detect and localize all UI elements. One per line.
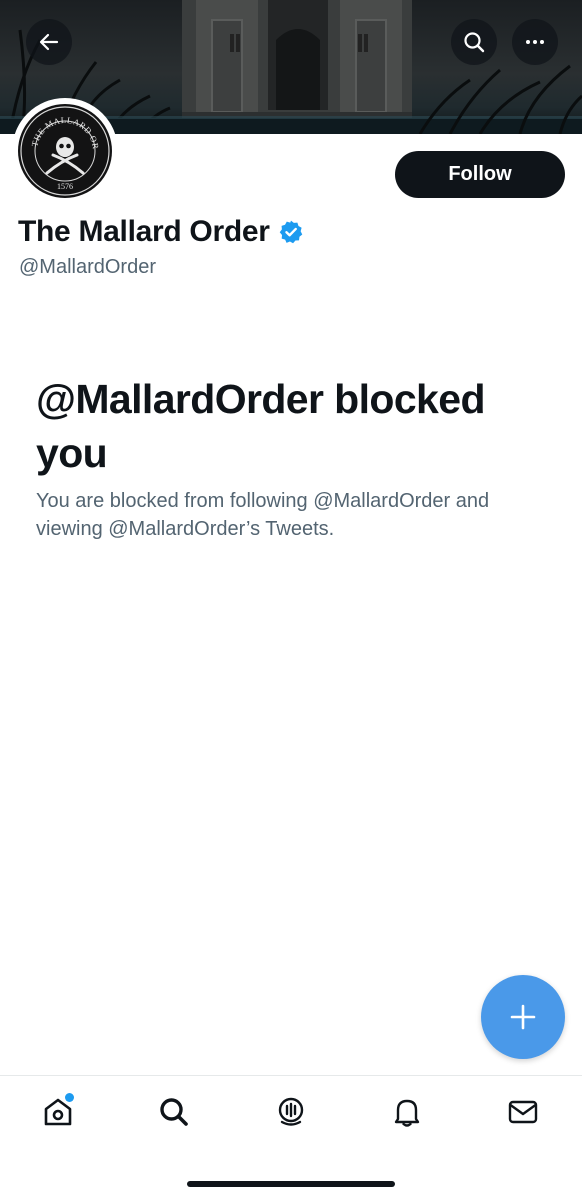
search-icon <box>160 1098 188 1126</box>
follow-button[interactable]: Follow <box>395 151 565 198</box>
logo-year: 1576 <box>57 182 73 191</box>
avatar[interactable]: THE MALLARD ORDER 1576 <box>12 98 118 204</box>
search-icon <box>464 32 485 53</box>
home-indicator <box>187 1181 395 1187</box>
mail-icon <box>508 1100 538 1124</box>
bell-icon <box>394 1099 420 1127</box>
nav-notifications[interactable] <box>382 1092 432 1132</box>
compose-tweet-button[interactable] <box>481 975 565 1059</box>
display-name-row: The Mallard Order <box>18 210 304 254</box>
blocked-description: You are blocked from following @MallardO… <box>36 490 490 540</box>
nav-messages[interactable] <box>498 1092 548 1132</box>
back-button[interactable] <box>26 19 72 65</box>
blocked-title: @MallardOrder blocked you <box>36 376 485 476</box>
nav-home[interactable] <box>33 1092 83 1132</box>
search-button[interactable] <box>451 19 497 65</box>
display-name: The Mallard Order <box>18 215 270 248</box>
more-button[interactable] <box>512 19 558 65</box>
home-unread-dot <box>65 1093 74 1102</box>
arrow-left-icon <box>39 33 59 51</box>
profile-handle: @MallardOrder <box>19 256 157 278</box>
spaces-icon <box>278 1097 304 1126</box>
more-horizontal-icon <box>526 40 544 44</box>
plus-icon <box>510 1004 536 1030</box>
nav-spaces[interactable] <box>266 1092 316 1132</box>
verified-badge-icon[interactable] <box>278 219 304 245</box>
mallard-order-logo: THE MALLARD ORDER 1576 <box>17 103 112 198</box>
nav-search[interactable] <box>149 1092 199 1132</box>
